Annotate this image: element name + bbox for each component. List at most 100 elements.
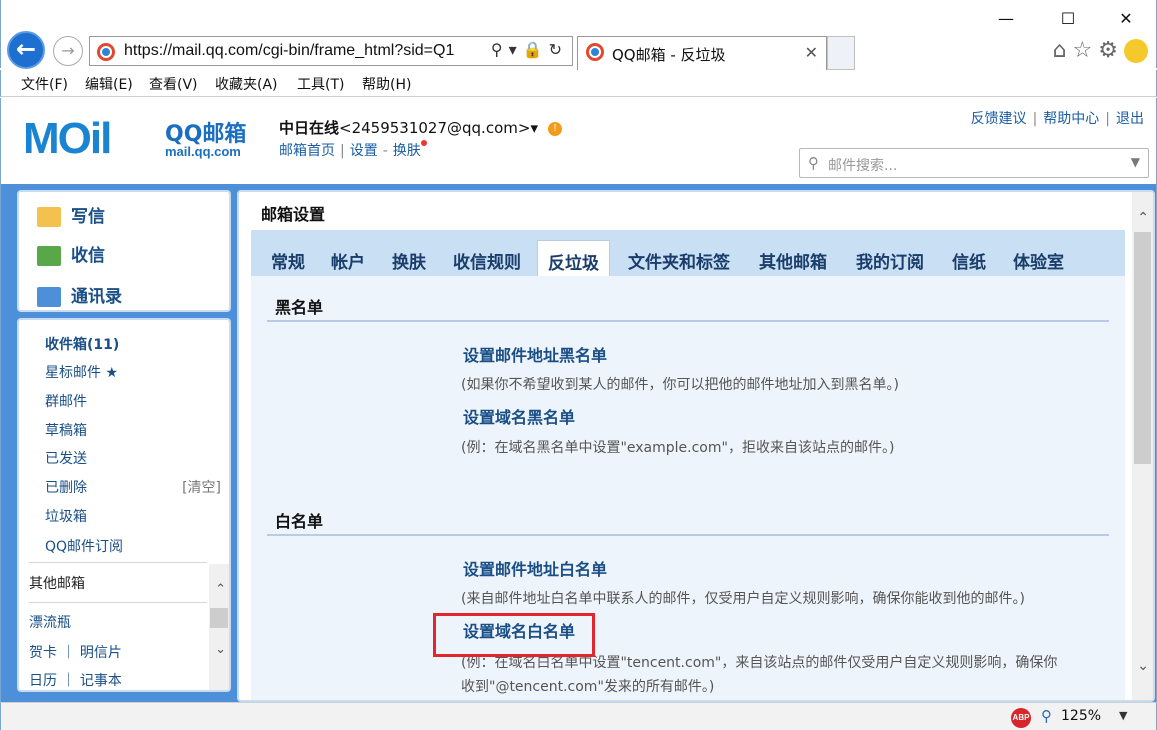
menu-file[interactable]: 文件(F) xyxy=(21,74,68,94)
highlight-annotation xyxy=(433,613,595,657)
sidebar-item-spam[interactable]: 垃圾箱 xyxy=(45,506,87,526)
page-scroll-thumb[interactable] xyxy=(1134,232,1151,464)
settings-link[interactable]: 设置 xyxy=(350,143,378,159)
user-dropdown-icon[interactable]: ▾ xyxy=(530,119,538,137)
sidebar-item-starred[interactable]: 星标邮件 ★ xyxy=(45,362,118,382)
address-bar[interactable]: https://mail.qq.com/cgi-bin/frame_html?s… xyxy=(89,36,573,66)
contacts-button[interactable]: 通讯录 xyxy=(37,282,122,307)
menu-bar: 文件(F) 编辑(E) 查看(V) 收藏夹(A) 工具(T) 帮助(H) xyxy=(0,70,1157,97)
menu-edit[interactable]: 编辑(E) xyxy=(85,74,133,94)
dropdown-icon[interactable]: ▾ xyxy=(509,40,523,59)
email-whitelist-desc: (来自邮件地址白名单中联系人的邮件，仅受用户自定义规则影响，确保你能收到他的邮件… xyxy=(461,591,1025,607)
compose-button[interactable]: 写信 xyxy=(37,202,105,227)
mail-search-input[interactable]: ⚲ 邮件搜索... ▼ xyxy=(799,148,1149,178)
empty-trash-link[interactable]: [清空] xyxy=(182,477,221,497)
tab-stationery[interactable]: 信纸 xyxy=(942,240,996,276)
close-window-button[interactable]: ✕ xyxy=(1111,8,1141,30)
sidebar-item-subscriptions[interactable]: QQ邮件订阅 xyxy=(45,536,123,556)
tab-other-mail[interactable]: 其他邮箱 xyxy=(749,240,837,276)
maximize-button[interactable]: ☐ xyxy=(1053,8,1083,30)
refresh-icon[interactable]: ↻ xyxy=(549,40,568,59)
settings-panel: 邮箱设置 常规 帐户 换肤 收信规则 反垃圾 文件夹和标签 其他邮箱 我的订阅 … xyxy=(237,190,1155,702)
mail-header: MOil QQ邮箱 mail.qq.com 中日在线<2459531027@qq… xyxy=(1,98,1156,184)
help-center-link[interactable]: 帮助中心 xyxy=(1043,111,1099,127)
scroll-down-icon[interactable]: ⌄ xyxy=(215,642,226,657)
tab-account[interactable]: 帐户 xyxy=(321,240,375,276)
sidebar-item-inbox[interactable]: 收件箱(11) xyxy=(45,334,119,354)
sidebar-scroll-thumb[interactable] xyxy=(210,608,228,628)
antispam-settings: 黑名单 设置邮件地址黑名单 (如果你不希望收到某人的邮件，你可以把他的邮件地址加… xyxy=(251,276,1125,700)
tab-folders-labels[interactable]: 文件夹和标签 xyxy=(618,240,740,276)
url-text[interactable]: https://mail.qq.com/cgi-bin/frame_html?s… xyxy=(124,42,454,60)
tab-rules[interactable]: 收信规则 xyxy=(443,240,531,276)
new-dot-icon xyxy=(420,140,427,146)
search-icon[interactable]: ⚲ xyxy=(491,40,509,59)
logout-link[interactable]: 退出 xyxy=(1116,111,1144,127)
lock-icon[interactable]: 🔒 xyxy=(523,40,549,59)
tab-general[interactable]: 常规 xyxy=(261,240,315,276)
email-blacklist-desc: (如果你不希望收到某人的邮件，你可以把他的邮件地址加入到黑名单。) xyxy=(461,377,899,393)
sidebar-item-cards[interactable]: 贺卡 ｜ 明信片 xyxy=(29,642,122,662)
sidebar-item-calendar[interactable]: 日历 ｜ 记事本 xyxy=(29,670,122,690)
section-divider xyxy=(267,320,1109,322)
mail-home-link[interactable]: 邮箱首页 xyxy=(279,143,335,159)
settings-tabs: 常规 帐户 换肤 收信规则 反垃圾 文件夹和标签 其他邮箱 我的订阅 信纸 体验… xyxy=(251,230,1125,276)
zoom-dropdown-icon[interactable]: ▼ xyxy=(1119,709,1127,722)
receive-button[interactable]: 收信 xyxy=(37,241,105,266)
domain-blacklist-link[interactable]: 设置域名黑名单 xyxy=(463,404,575,428)
sidebar-item-deleted[interactable]: 已删除 xyxy=(45,477,87,497)
email-whitelist-link[interactable]: 设置邮件地址白名单 xyxy=(463,556,607,580)
whitelist-heading: 白名单 xyxy=(275,512,324,531)
minimize-button[interactable]: — xyxy=(991,8,1021,30)
sidebar-item-drafts[interactable]: 草稿箱 xyxy=(45,420,87,440)
sidebar-item-other-mail[interactable]: 其他邮箱 xyxy=(29,573,85,593)
scroll-down-icon[interactable]: ⌄ xyxy=(1137,658,1149,674)
mail-page: MOil QQ邮箱 mail.qq.com 中日在线<2459531027@qq… xyxy=(0,98,1157,702)
forward-button[interactable]: → xyxy=(53,36,83,66)
sidebar-folders: 收件箱(11) 星标邮件 ★ 群邮件 草稿箱 已发送 已删除 [清空] 垃圾箱 … xyxy=(17,318,231,692)
user-name: 中日在线 xyxy=(279,119,340,137)
tab-antispam[interactable]: 反垃圾 xyxy=(537,240,610,276)
adblock-icon[interactable]: ABP xyxy=(1011,708,1031,728)
star-icon[interactable]: ☆ xyxy=(1073,38,1099,63)
feedback-link[interactable]: 反馈建议 xyxy=(971,111,1027,127)
menu-view[interactable]: 查看(V) xyxy=(149,74,198,94)
mail-logo[interactable]: MOil xyxy=(23,114,112,164)
scroll-up-icon[interactable]: ⌃ xyxy=(1137,210,1149,226)
scroll-up-icon[interactable]: ⌃ xyxy=(215,582,226,597)
tab-lab[interactable]: 体验室 xyxy=(1003,240,1074,276)
receive-label: 收信 xyxy=(71,246,105,266)
zoom-level[interactable]: 125% xyxy=(1061,708,1101,724)
sidebar-actions: 写信 收信 通讯录 xyxy=(17,190,231,312)
smiley-icon[interactable] xyxy=(1124,39,1148,63)
home-icon[interactable]: ⌂ xyxy=(1053,38,1073,63)
site-favicon-icon xyxy=(97,43,115,61)
tab-close-icon[interactable]: ✕ xyxy=(805,43,818,62)
status-bar: ABP ⚲ 125% ▼ xyxy=(0,702,1157,730)
menu-tools[interactable]: 工具(T) xyxy=(297,74,344,94)
sidebar-item-sent[interactable]: 已发送 xyxy=(45,448,87,468)
new-tab-button[interactable] xyxy=(827,36,855,70)
tab-favicon-icon xyxy=(586,43,604,61)
gear-icon[interactable]: ⚙ xyxy=(1098,38,1124,63)
search-placeholder: 邮件搜索... xyxy=(828,158,898,174)
email-blacklist-link[interactable]: 设置邮件地址黑名单 xyxy=(463,342,607,366)
sidebar-item-group[interactable]: 群邮件 xyxy=(45,391,87,411)
top-links: 反馈建议 | 帮助中心 | 退出 xyxy=(970,111,1144,127)
contacts-icon xyxy=(37,287,61,307)
zoom-icon[interactable]: ⚲ xyxy=(1041,707,1052,725)
domain-blacklist-desc: (例：在域名黑名单中设置"example.com"，拒收来自该站点的邮件。) xyxy=(461,440,895,456)
browser-toolbar-icons: ⌂☆⚙ xyxy=(1053,38,1148,63)
back-button[interactable]: ← xyxy=(7,31,45,69)
sidebar-item-bottle[interactable]: 漂流瓶 xyxy=(29,612,71,632)
skin-link[interactable]: 换肤 xyxy=(393,143,421,159)
address-bar-icons[interactable]: ⚲▾🔒↻ xyxy=(491,40,568,59)
warning-icon[interactable]: ! xyxy=(547,121,562,136)
search-dropdown-icon[interactable]: ▼ xyxy=(1131,155,1140,169)
browser-tab[interactable]: QQ邮箱 - 反垃圾 ✕ xyxy=(577,36,827,70)
tab-subscriptions[interactable]: 我的订阅 xyxy=(846,240,934,276)
menu-favorites[interactable]: 收藏夹(A) xyxy=(215,74,278,94)
tab-skin[interactable]: 换肤 xyxy=(382,240,436,276)
menu-help[interactable]: 帮助(H) xyxy=(362,74,411,94)
domain-whitelist-desc-cont: 收到"@tencent.com"发来的所有邮件。) xyxy=(461,679,715,695)
